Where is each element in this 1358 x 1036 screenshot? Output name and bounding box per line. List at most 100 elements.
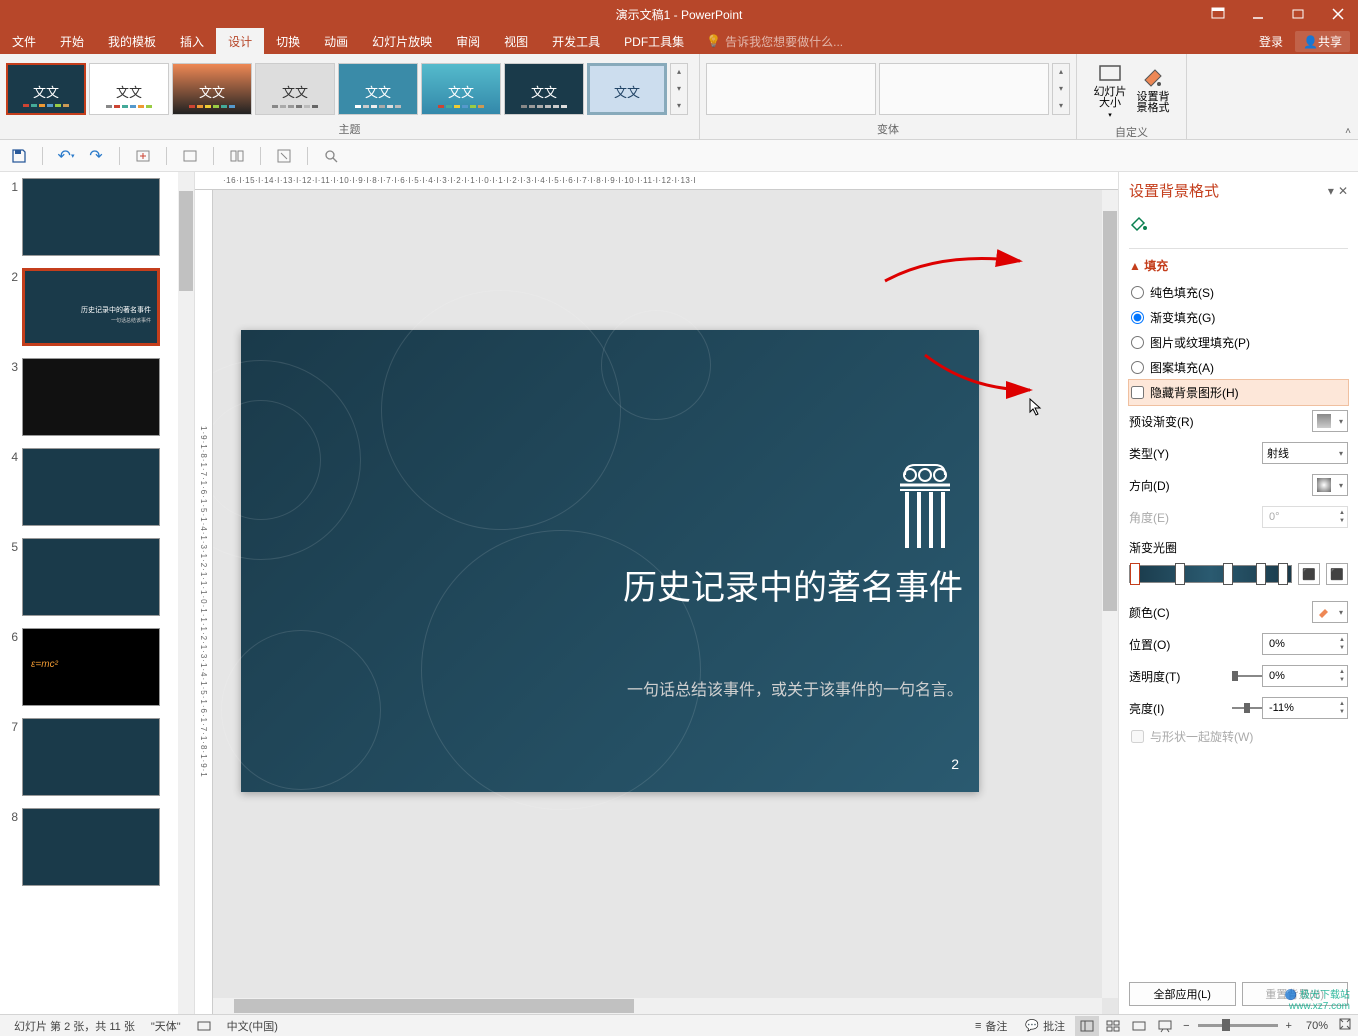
fill-pattern-radio[interactable]: 图案填充(A) <box>1129 355 1348 380</box>
login-link[interactable]: 登录 <box>1259 33 1283 50</box>
slide-thumb-6[interactable]: 6ε=mc² <box>0 622 194 712</box>
tab-pdf[interactable]: PDF工具集 <box>612 28 696 54</box>
maximize-icon[interactable] <box>1278 0 1318 28</box>
slide-canvas-area[interactable]: 历史记录中的著名事件 一句话总结该事件，或关于该事件的一句名言。 2 <box>213 190 1118 1014</box>
slide-thumb-7[interactable]: 7 <box>0 712 194 802</box>
fill-picture-radio[interactable]: 图片或纹理填充(P) <box>1129 330 1348 355</box>
gradient-stop-5[interactable] <box>1278 563 1288 585</box>
tab-developer[interactable]: 开发工具 <box>540 28 612 54</box>
slide-size-button[interactable]: 幻灯片大小 ▾ <box>1090 58 1130 122</box>
fill-gradient-radio[interactable]: 渐变填充(G) <box>1129 305 1348 330</box>
hide-bg-checkbox[interactable]: 隐藏背景图形(H) <box>1129 380 1348 405</box>
tab-home[interactable]: 开始 <box>48 28 96 54</box>
ribbon-options-icon[interactable] <box>1198 0 1238 28</box>
vertical-ruler[interactable]: 1·9·1·8·1·7·1·6·1·5·1·4·1·3·1·2·1·1·1·0·… <box>195 190 213 1014</box>
zoom-level[interactable]: 70% <box>1300 1020 1334 1032</box>
slide-counter[interactable]: 幻灯片 第 2 张，共 11 张 <box>6 1018 143 1034</box>
close-icon[interactable] <box>1318 0 1358 28</box>
editor-scrollbar-v[interactable] <box>1102 190 1118 998</box>
share-button[interactable]: 👤共享 <box>1295 31 1350 52</box>
variant-gallery-more[interactable]: ▴▾▾ <box>1052 63 1070 115</box>
transparency-spinner[interactable]: ▲▼ <box>1262 665 1348 687</box>
remove-stop-button[interactable]: ⬛ <box>1326 563 1348 585</box>
fit-window-icon[interactable] <box>1338 1017 1352 1034</box>
fill-tab-icon[interactable] <box>1129 213 1348 236</box>
theme-option-7[interactable]: 文文 <box>504 63 584 115</box>
tab-templates[interactable]: 我的模板 <box>96 28 168 54</box>
brightness-slider[interactable] <box>1232 707 1262 709</box>
qat-find-button[interactable] <box>320 145 342 167</box>
save-button[interactable] <box>8 145 30 167</box>
theme-option-3[interactable]: 文文 <box>172 63 252 115</box>
comments-button[interactable]: 💬 批注 <box>1017 1018 1073 1034</box>
sorter-view-icon[interactable] <box>1101 1016 1125 1036</box>
direction-combo[interactable]: ▾ <box>1312 474 1348 496</box>
redo-button[interactable]: ↷ <box>85 145 107 167</box>
slide-thumb-5[interactable]: 5 <box>0 532 194 622</box>
gradient-bar[interactable] <box>1129 565 1292 583</box>
undo-button[interactable]: ↶ ▾ <box>55 145 77 167</box>
theme-option-6[interactable]: 文文 <box>421 63 501 115</box>
add-stop-button[interactable]: ⬛ <box>1298 563 1320 585</box>
slide-subtitle[interactable]: 一句话总结该事件，或关于该事件的一句名言。 <box>627 676 963 700</box>
tell-me-search[interactable]: 💡 告诉我您想要做什么... <box>706 28 843 54</box>
pane-close-icon[interactable]: ✕ <box>1338 184 1348 198</box>
color-picker[interactable]: ▾ <box>1312 601 1348 623</box>
fill-section-header[interactable]: ▲ 填充 <box>1129 257 1348 274</box>
slideshow-view-icon[interactable] <box>1153 1016 1177 1036</box>
tab-design[interactable]: 设计 <box>216 28 264 54</box>
slide-thumb-4[interactable]: 4 <box>0 442 194 532</box>
zoom-slider[interactable] <box>1198 1024 1278 1027</box>
tab-transition[interactable]: 切换 <box>264 28 312 54</box>
gradient-stop-4[interactable] <box>1256 563 1266 585</box>
qat-button-2[interactable] <box>226 145 248 167</box>
minimize-icon[interactable] <box>1238 0 1278 28</box>
gradient-stop-2[interactable] <box>1175 563 1185 585</box>
tab-insert[interactable]: 插入 <box>168 28 216 54</box>
gradient-stop-3[interactable] <box>1223 563 1233 585</box>
pane-options-icon[interactable]: ▾ <box>1328 184 1334 198</box>
zoom-out-button[interactable]: − <box>1179 1020 1193 1032</box>
apply-all-button[interactable]: 全部应用(L) <box>1129 982 1236 1006</box>
spellcheck-icon[interactable] <box>189 1019 219 1033</box>
zoom-in-button[interactable]: + <box>1282 1020 1296 1032</box>
collapse-ribbon-icon[interactable]: ˄ <box>1338 54 1358 139</box>
theme-gallery-more[interactable]: ▴▾▾ <box>670 63 688 115</box>
language-status[interactable]: 中文(中国) <box>219 1018 286 1034</box>
notes-button[interactable]: ≡ 备注 <box>967 1018 1015 1034</box>
variant-option-1[interactable] <box>706 63 876 115</box>
slide-thumb-8[interactable]: 8 <box>0 802 194 892</box>
transparency-slider[interactable] <box>1232 675 1262 677</box>
gradient-stop-1[interactable] <box>1130 563 1140 585</box>
tab-animation[interactable]: 动画 <box>312 28 360 54</box>
reading-view-icon[interactable] <box>1127 1016 1151 1036</box>
normal-view-icon[interactable] <box>1075 1016 1099 1036</box>
slide-title[interactable]: 历史记录中的著名事件 <box>623 560 963 609</box>
qat-button-1[interactable] <box>179 145 201 167</box>
tab-review[interactable]: 审阅 <box>444 28 492 54</box>
slide-thumb-1[interactable]: 1 <box>0 172 194 262</box>
theme-option-4[interactable]: 文文 <box>255 63 335 115</box>
tab-file[interactable]: 文件 <box>0 28 48 54</box>
slide-canvas[interactable]: 历史记录中的著名事件 一句话总结该事件，或关于该事件的一句名言。 2 <box>241 330 979 792</box>
theme-option-2[interactable]: 文文 <box>89 63 169 115</box>
slides-scrollbar[interactable] <box>178 172 194 1014</box>
tab-view[interactable]: 视图 <box>492 28 540 54</box>
variant-option-2[interactable] <box>879 63 1049 115</box>
horizontal-ruler[interactable]: ·16·I·15·I·14·I·13·I·12·I·11·I·10·I·9·I·… <box>195 172 1118 190</box>
slide-thumb-3[interactable]: 3 <box>0 352 194 442</box>
preset-gradient-combo[interactable]: ▾ <box>1312 410 1348 432</box>
position-spinner[interactable]: ▲▼ <box>1262 633 1348 655</box>
theme-option-1[interactable]: 文文 <box>6 63 86 115</box>
slide-thumb-2[interactable]: 2 历史记录中的著名事件 一句话总结该事件 <box>0 262 194 352</box>
theme-option-5[interactable]: 文文 <box>338 63 418 115</box>
brightness-spinner[interactable]: ▲▼ <box>1262 697 1348 719</box>
new-slide-button[interactable] <box>132 145 154 167</box>
gradient-type-combo[interactable]: 射线▾ <box>1262 442 1348 464</box>
theme-option-8[interactable]: 文文 <box>587 63 667 115</box>
qat-button-3[interactable] <box>273 145 295 167</box>
tab-slideshow[interactable]: 幻灯片放映 <box>360 28 444 54</box>
fill-solid-radio[interactable]: 纯色填充(S) <box>1129 280 1348 305</box>
bg-format-button[interactable]: 设置背景格式 <box>1133 58 1173 122</box>
editor-scrollbar-h[interactable] <box>213 998 1102 1014</box>
